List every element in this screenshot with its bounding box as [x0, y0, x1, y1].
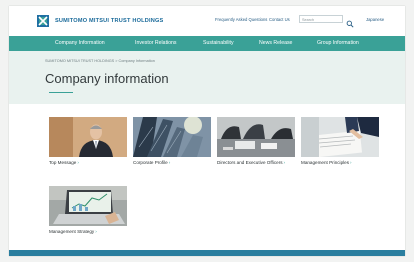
management-principles-image: [301, 117, 379, 157]
card-label: Directors and Executive Officers›: [217, 160, 286, 165]
card-label: Management Strategy›: [49, 229, 97, 234]
card-corporate-profile[interactable]: Corporate Profile›: [133, 117, 211, 166]
language-link[interactable]: Japanese: [366, 17, 384, 22]
faq-link[interactable]: Frequently Asked Questions: [215, 17, 267, 22]
chevron-right-icon: ›: [168, 160, 171, 165]
card-label: Management Principles›: [301, 160, 352, 165]
footer-bar: [9, 250, 405, 256]
card-management-principles[interactable]: Management Principles›: [301, 117, 379, 166]
contact-link[interactable]: Contact Us: [269, 17, 290, 22]
site-logo[interactable]: SUMITOMO MITSUI TRUST HOLDINGS: [37, 15, 163, 27]
chevron-right-icon: ›: [77, 160, 79, 165]
chevron-right-icon: ›: [283, 160, 286, 165]
browser-page: SUMITOMO MITSUI TRUST HOLDINGS Frequentl…: [9, 6, 405, 256]
search-icon[interactable]: [346, 15, 354, 28]
main-navigation: Company Information Investor Relations S…: [9, 36, 405, 51]
chevron-right-icon: ›: [350, 160, 352, 165]
management-strategy-image: [49, 186, 127, 226]
nav-sustainability[interactable]: Sustainability: [203, 36, 234, 51]
nav-company-information[interactable]: Company Information: [55, 36, 105, 51]
card-label: Top Message›: [49, 160, 79, 165]
directors-image: [217, 117, 295, 157]
top-message-image: [49, 117, 127, 157]
chevron-right-icon: ›: [95, 229, 97, 234]
nav-news-release[interactable]: News Release: [259, 36, 292, 51]
card-top-message[interactable]: Top Message›: [49, 117, 127, 166]
title-underline: [49, 92, 73, 93]
nav-group-information[interactable]: Group Information: [317, 36, 359, 51]
page-title: Company information: [45, 71, 169, 86]
site-header: SUMITOMO MITSUI TRUST HOLDINGS Frequentl…: [9, 6, 405, 36]
card-management-strategy[interactable]: Management Strategy›: [49, 186, 127, 235]
card-label: Corporate Profile›: [133, 160, 171, 165]
logo-mark-icon: [37, 15, 49, 27]
logo-text: SUMITOMO MITSUI TRUST HOLDINGS: [55, 18, 164, 24]
corporate-profile-image: [133, 117, 211, 157]
search-input[interactable]: Search: [299, 15, 343, 23]
card-directors-officers[interactable]: Directors and Executive Officers›: [217, 117, 295, 166]
nav-investor-relations[interactable]: Investor Relations: [135, 36, 177, 51]
breadcrumb[interactable]: SUMITOMO MITSUI TRUST HOLDINGS > Company…: [45, 59, 155, 63]
